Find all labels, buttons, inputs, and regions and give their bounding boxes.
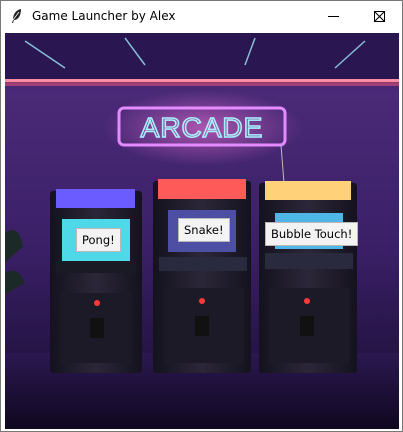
bubble-touch-button[interactable]: Bubble Touch! [265,222,359,246]
arcade-canvas: ARCADE Pong! Snake! Bubble Touch! [5,33,399,429]
arcade-sign: ARCADE [141,112,264,143]
snake-button[interactable]: Snake! [178,218,230,242]
cabinet-bubble-touch [259,181,357,373]
minimize-button[interactable] [310,1,356,32]
pong-button[interactable]: Pong! [76,228,121,252]
app-window: Game Launcher by Alex ARCADE Pong! Snake… [0,0,403,432]
cabinet-snake [153,179,251,373]
minimize-icon [327,16,339,17]
close-button[interactable] [356,1,402,32]
window-title: Game Launcher by Alex [32,9,176,23]
title-bar[interactable]: Game Launcher by Alex [1,1,402,32]
cabinet-pong [50,189,142,373]
close-icon [373,11,385,22]
feather-icon [12,9,21,23]
